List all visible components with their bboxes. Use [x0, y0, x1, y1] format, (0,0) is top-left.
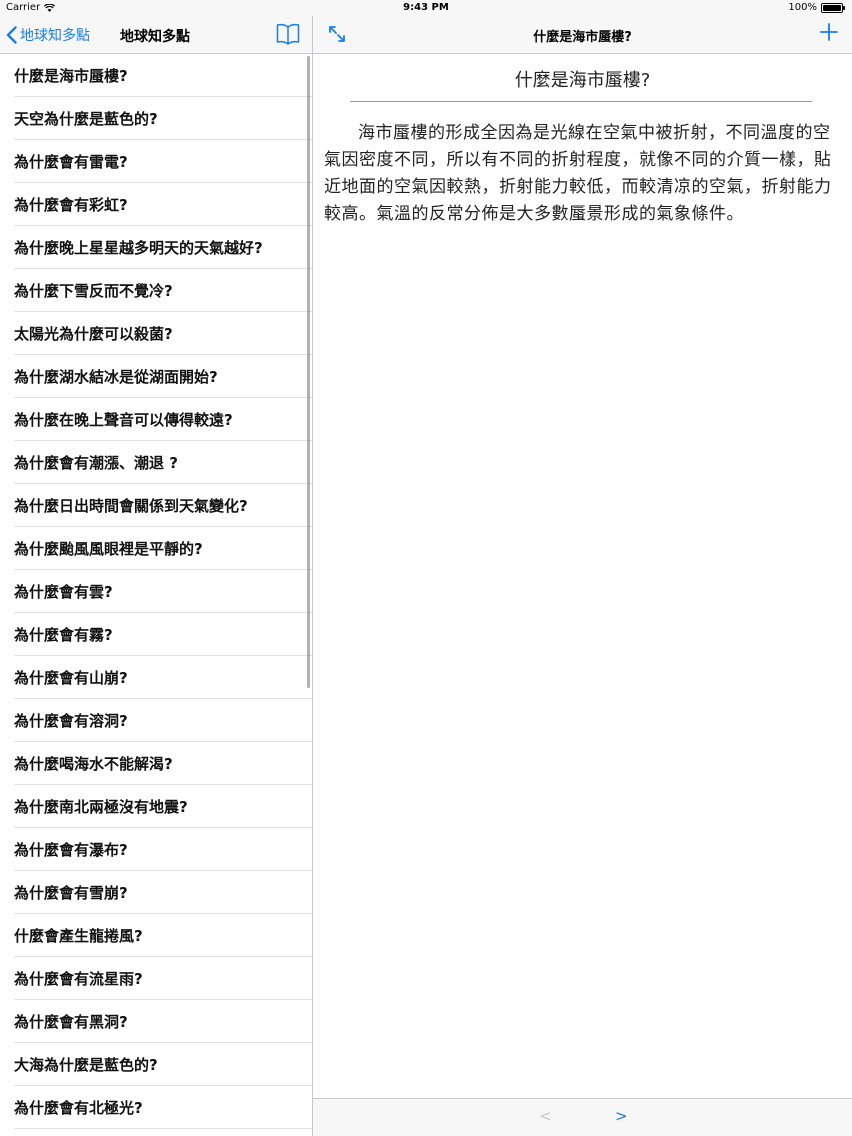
list-item[interactable]: 為什麼會有潮漲、潮退 ?	[0, 441, 312, 484]
list-item-label: 為什麼會有彩虹?	[14, 196, 128, 214]
list-item-label: 為什麼會有霧?	[14, 626, 113, 644]
list-item[interactable]: 為什麼會有黑洞?	[0, 1000, 312, 1043]
list-item-label: 為什麼南北兩極沒有地震?	[14, 798, 188, 816]
list-item-label: 為什麼會有溶洞?	[14, 712, 128, 730]
list-item-label: 為什麼會有北極光?	[14, 1099, 143, 1117]
list-item-label: 為什麼颱風風眼裡是平靜的?	[14, 540, 203, 558]
article-body: 海市蜃樓的形成全因為是光線在空氣中被折射，不同溫度的空氣因密度不同，所以有不同的…	[324, 123, 832, 224]
list-item-label: 太陽光為什麼可以殺菌?	[14, 325, 173, 343]
list-item-label: 天空為什麼是藍色的?	[14, 110, 158, 128]
battery-icon	[821, 3, 845, 13]
list-item[interactable]: 為什麼會有北極光?	[0, 1086, 312, 1129]
detail-nav-bar: 什麼是海市蜃樓?	[313, 16, 852, 54]
list-item[interactable]: 什麼是海市蜃樓?	[0, 54, 312, 97]
detail-nav-title: 什麼是海市蜃樓?	[533, 30, 632, 45]
scrollbar[interactable]	[307, 56, 310, 688]
list-item-label: 為什麼在晚上聲音可以傳得較遠?	[14, 411, 233, 429]
list-item[interactable]: 為什麼南北兩極沒有地震?	[0, 785, 312, 828]
detail-pane: 什麼是海市蜃樓? 什麼是海市蜃樓? 海市蜃樓的形成全因為是光線在空氣中被折射，不…	[313, 16, 852, 1136]
list-item-label: 為什麼會有黑洞?	[14, 1013, 128, 1031]
question-list: 什麼是海市蜃樓? 天空為什麼是藍色的? 為什麼會有雷電? 為什麼會有彩虹? 為什麼晚上星…	[0, 54, 312, 1129]
bookmarks-button[interactable]	[276, 23, 300, 49]
list-item[interactable]: 為什麼會有雷電?	[0, 140, 312, 183]
list-item-label: 為什麼會有潮漲、潮退 ?	[14, 454, 178, 472]
list-item-label: 什麼會產生龍捲風?	[14, 927, 143, 945]
list-item[interactable]: 為什麼會有山崩?	[0, 656, 312, 699]
list-item-label: 為什麼會有雲?	[14, 583, 113, 601]
list-item-label: 為什麼湖水結冰是從湖面開始?	[14, 368, 218, 386]
back-button[interactable]: 地球知多點	[6, 24, 90, 46]
back-button-label: 地球知多點	[20, 28, 90, 44]
list-item-label: 為什麼會有瀑布?	[14, 841, 128, 859]
list-item[interactable]: 大海為什麼是藍色的?	[0, 1043, 312, 1086]
list-item[interactable]: 為什麼湖水結冰是從湖面開始?	[0, 355, 312, 398]
list-item[interactable]: 為什麼會有雲?	[0, 570, 312, 613]
list-item[interactable]: 為什麼會有瀑布?	[0, 828, 312, 871]
list-item[interactable]: 為什麼颱風風眼裡是平靜的?	[0, 527, 312, 570]
list-item-label: 為什麼喝海水不能解渴?	[14, 755, 173, 773]
add-button[interactable]	[820, 23, 838, 45]
list-item[interactable]: 為什麼會有彩虹?	[0, 183, 312, 226]
list-item-label: 為什麼日出時間會關係到天氣變化?	[14, 497, 248, 515]
list-item-label: 為什麼會有山崩?	[14, 669, 128, 687]
master-pane: 地球知多點 地球知多點 什麼是海市蜃樓? 天空為什麼是藍色的? 為什麼會有雷電? 為什…	[0, 16, 313, 1136]
list-item[interactable]: 天空為什麼是藍色的?	[0, 97, 312, 140]
battery-indicator: 100%	[788, 0, 846, 16]
list-item[interactable]: 為什麼會有溶洞?	[0, 699, 312, 742]
list-item[interactable]: 太陽光為什麼可以殺菌?	[0, 312, 312, 355]
book-icon	[276, 23, 300, 45]
title-divider	[350, 101, 812, 102]
list-item-label: 大海為什麼是藍色的?	[14, 1056, 158, 1074]
next-button[interactable]: >	[615, 1107, 628, 1125]
list-item-label: 為什麼會有雷電?	[14, 153, 128, 171]
previous-button[interactable]: <	[539, 1107, 552, 1125]
list-item[interactable]: 為什麼會有霧?	[0, 613, 312, 656]
master-title: 地球知多點	[120, 29, 190, 45]
list-item-label: 為什麼晚上星星越多明天的天氣越好?	[14, 239, 263, 257]
list-item[interactable]: 為什麼在晚上聲音可以傳得較遠?	[0, 398, 312, 441]
list-item-label: 為什麼會有雪崩?	[14, 884, 128, 902]
clock: 9:43 PM	[403, 2, 449, 13]
list-item-label: 為什麼下雪反而不覺冷?	[14, 282, 173, 300]
list-item[interactable]: 什麼會產生龍捲風?	[0, 914, 312, 957]
list-item[interactable]: 為什麼會有流星雨?	[0, 957, 312, 1000]
list-item[interactable]: 為什麼日出時間會關係到天氣變化?	[0, 484, 312, 527]
chevron-left-icon	[6, 26, 17, 44]
battery-percent: 100%	[788, 2, 817, 13]
list-item[interactable]: 為什麼會有雪崩?	[0, 871, 312, 914]
master-nav-bar: 地球知多點 地球知多點	[0, 16, 312, 54]
plus-icon	[820, 23, 838, 41]
list-item[interactable]: 為什麼晚上星星越多明天的天氣越好?	[0, 226, 312, 269]
list-item-label: 什麼是海市蜃樓?	[14, 67, 128, 85]
article-title: 什麼是海市蜃樓?	[514, 70, 651, 91]
list-item[interactable]: 為什麼喝海水不能解渴?	[0, 742, 312, 785]
list-item-label: 為什麼會有流星雨?	[14, 970, 143, 988]
list-item[interactable]: 為什麼下雪反而不覺冷?	[0, 269, 312, 312]
status-bar: Carrier 9:43 PM 100%	[0, 0, 852, 16]
detail-toolbar: < >	[313, 1098, 852, 1136]
